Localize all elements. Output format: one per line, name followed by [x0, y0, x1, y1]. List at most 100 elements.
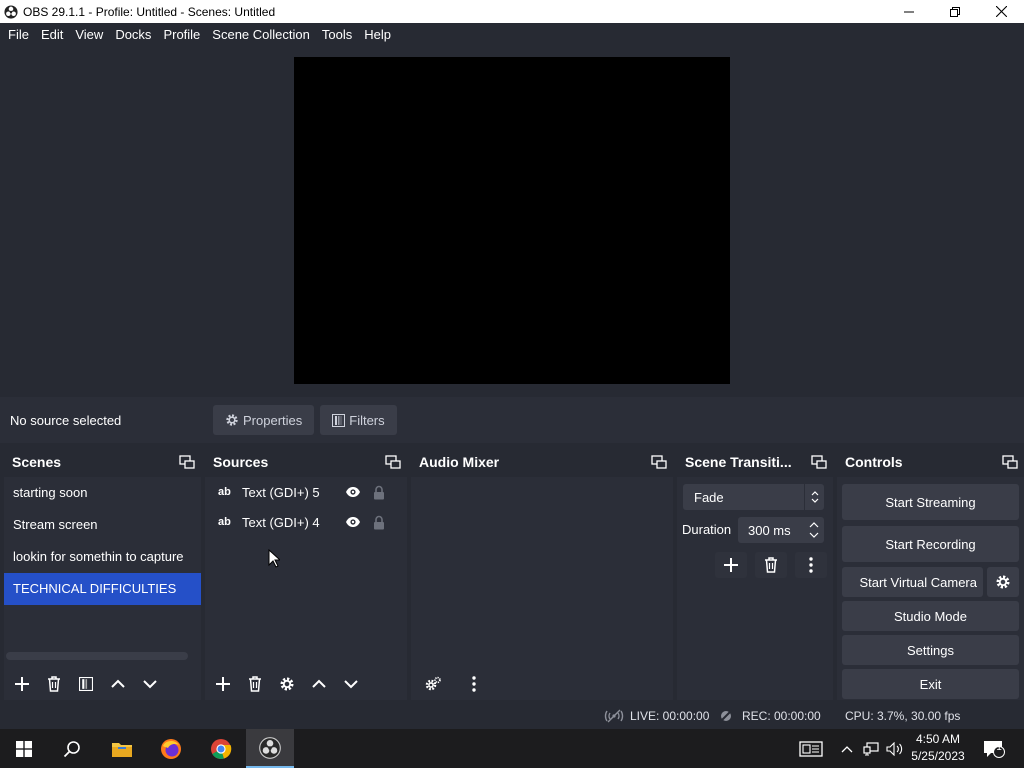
undock-icon[interactable]	[179, 455, 195, 469]
scene-transitions-body: Fade Duration 300 ms	[677, 477, 833, 700]
close-button[interactable]	[978, 0, 1024, 23]
scene-transitions-dock: Scene Transiti... Fade Duration 300 ms	[677, 447, 833, 700]
sources-dock-header: Sources	[205, 447, 407, 477]
start-streaming-button[interactable]: Start Streaming	[842, 484, 1019, 520]
properties-label: Properties	[243, 412, 303, 428]
menu-edit[interactable]: Edit	[35, 23, 69, 47]
restore-icon	[950, 6, 960, 17]
taskbar: 4:50 AM 5/25/2023 1	[0, 729, 1024, 768]
chevron-down-icon	[143, 680, 157, 689]
menu-scene-collection[interactable]: Scene Collection	[206, 23, 316, 47]
menu-view[interactable]: View	[69, 23, 109, 47]
studio-mode-button[interactable]: Studio Mode	[842, 601, 1019, 631]
trash-icon	[765, 557, 777, 573]
file-explorer-button[interactable]	[98, 729, 146, 768]
exit-button[interactable]: Exit	[842, 669, 1019, 699]
filters-button[interactable]: Filters	[320, 405, 397, 435]
vertical-dots-icon	[809, 557, 813, 573]
duration-spinner[interactable]	[804, 517, 824, 543]
rec-status: REC: 00:00:00	[719, 702, 821, 729]
source-status: No source selected	[10, 412, 122, 428]
close-icon	[995, 6, 1007, 17]
menu-bar: File Edit View Docks Profile Scene Colle…	[0, 23, 1024, 47]
search-button[interactable]	[48, 729, 96, 768]
undock-icon[interactable]	[1002, 455, 1018, 469]
title-bar: OBS 29.1.1 - Profile: Untitled - Scenes:…	[0, 0, 1024, 23]
minimize-button[interactable]	[886, 0, 932, 23]
controls-body: Start Streaming Start Recording Start Vi…	[837, 477, 1024, 700]
add-source-button[interactable]	[209, 671, 237, 697]
move-source-down-button[interactable]	[337, 671, 365, 697]
move-source-up-button[interactable]	[305, 671, 333, 697]
list-item[interactable]: ab Text (GDI+) 5	[205, 477, 407, 507]
start-button[interactable]	[0, 729, 48, 768]
remove-scene-button[interactable]	[40, 671, 68, 697]
chrome-button[interactable]	[197, 729, 245, 768]
source-toolbar: No source selected Properties Filters	[0, 397, 1024, 443]
list-item[interactable]: starting soon	[4, 477, 201, 509]
duration-input[interactable]: 300 ms	[738, 517, 824, 543]
preview-canvas[interactable]	[294, 57, 730, 384]
controls-dock-header: Controls	[837, 447, 1024, 477]
start-virtual-camera-button[interactable]: Start Virtual Camera	[842, 567, 983, 597]
lock-toggle[interactable]	[373, 485, 401, 500]
menu-profile[interactable]: Profile	[157, 23, 206, 47]
scene-filters-button[interactable]	[72, 671, 100, 697]
scenes-dock-title: Scenes	[12, 454, 62, 470]
firefox-button[interactable]	[147, 729, 195, 768]
news-widget-button[interactable]	[796, 729, 826, 768]
obs-taskbar-button[interactable]	[246, 729, 294, 768]
transition-menu-button[interactable]	[795, 552, 827, 578]
advanced-audio-properties-button[interactable]	[419, 671, 447, 697]
volume-button[interactable]	[884, 729, 906, 768]
virtual-camera-settings-button[interactable]	[987, 567, 1019, 597]
audio-mixer-dock: Audio Mixer	[411, 447, 673, 700]
gear-icon	[996, 575, 1010, 589]
remove-transition-button[interactable]	[755, 552, 787, 578]
menu-file[interactable]: File	[2, 23, 35, 47]
undock-icon[interactable]	[651, 455, 667, 469]
maximize-button[interactable]	[932, 0, 978, 23]
menu-tools[interactable]: Tools	[316, 23, 358, 47]
list-item-selected[interactable]: TECHNICAL DIFFICULTIES	[4, 573, 201, 605]
undock-icon[interactable]	[385, 455, 401, 469]
chrome-icon	[211, 738, 232, 759]
audio-mixer-dock-header: Audio Mixer	[411, 447, 673, 477]
windows-logo-icon	[16, 740, 32, 757]
properties-button[interactable]: Properties	[213, 405, 315, 435]
list-item[interactable]: ab Text (GDI+) 4	[205, 507, 407, 537]
add-transition-button[interactable]	[715, 552, 747, 578]
start-recording-button[interactable]: Start Recording	[842, 526, 1019, 562]
move-scene-down-button[interactable]	[136, 671, 164, 697]
visibility-toggle[interactable]	[345, 486, 373, 498]
gear-icon	[226, 414, 238, 426]
trash-icon	[48, 676, 60, 692]
list-item[interactable]: lookin for somethin to capture	[4, 541, 201, 573]
window-controls	[886, 0, 1024, 23]
speaker-icon	[886, 741, 903, 756]
list-item[interactable]: Stream screen	[4, 509, 201, 541]
cpu-status: CPU: 3.7%, 30.00 fps	[845, 708, 961, 723]
undock-icon[interactable]	[811, 455, 827, 469]
action-center-button[interactable]: 1	[980, 729, 1008, 768]
add-scene-button[interactable]	[8, 671, 36, 697]
menu-help[interactable]: Help	[358, 23, 397, 47]
scene-transitions-dock-header: Scene Transiti...	[677, 447, 833, 477]
move-scene-up-button[interactable]	[104, 671, 132, 697]
lock-toggle[interactable]	[373, 515, 401, 530]
gear-icon	[280, 677, 294, 691]
lock-icon	[374, 485, 384, 499]
remove-source-button[interactable]	[241, 671, 269, 697]
transition-select[interactable]: Fade	[683, 484, 824, 510]
search-icon	[63, 740, 80, 757]
menu-docks[interactable]: Docks	[109, 23, 157, 47]
taskbar-clock[interactable]: 4:50 AM 5/25/2023	[905, 731, 971, 765]
visibility-toggle[interactable]	[345, 516, 373, 528]
audio-mixer-menu-button[interactable]	[460, 671, 488, 697]
settings-button[interactable]: Settings	[842, 635, 1019, 665]
source-properties-button[interactable]	[273, 671, 301, 697]
horizontal-scrollbar[interactable]	[6, 652, 188, 660]
show-hidden-icons-button[interactable]	[838, 729, 856, 768]
audio-mixer-dock-title: Audio Mixer	[419, 454, 500, 470]
network-status-button[interactable]	[861, 729, 881, 768]
